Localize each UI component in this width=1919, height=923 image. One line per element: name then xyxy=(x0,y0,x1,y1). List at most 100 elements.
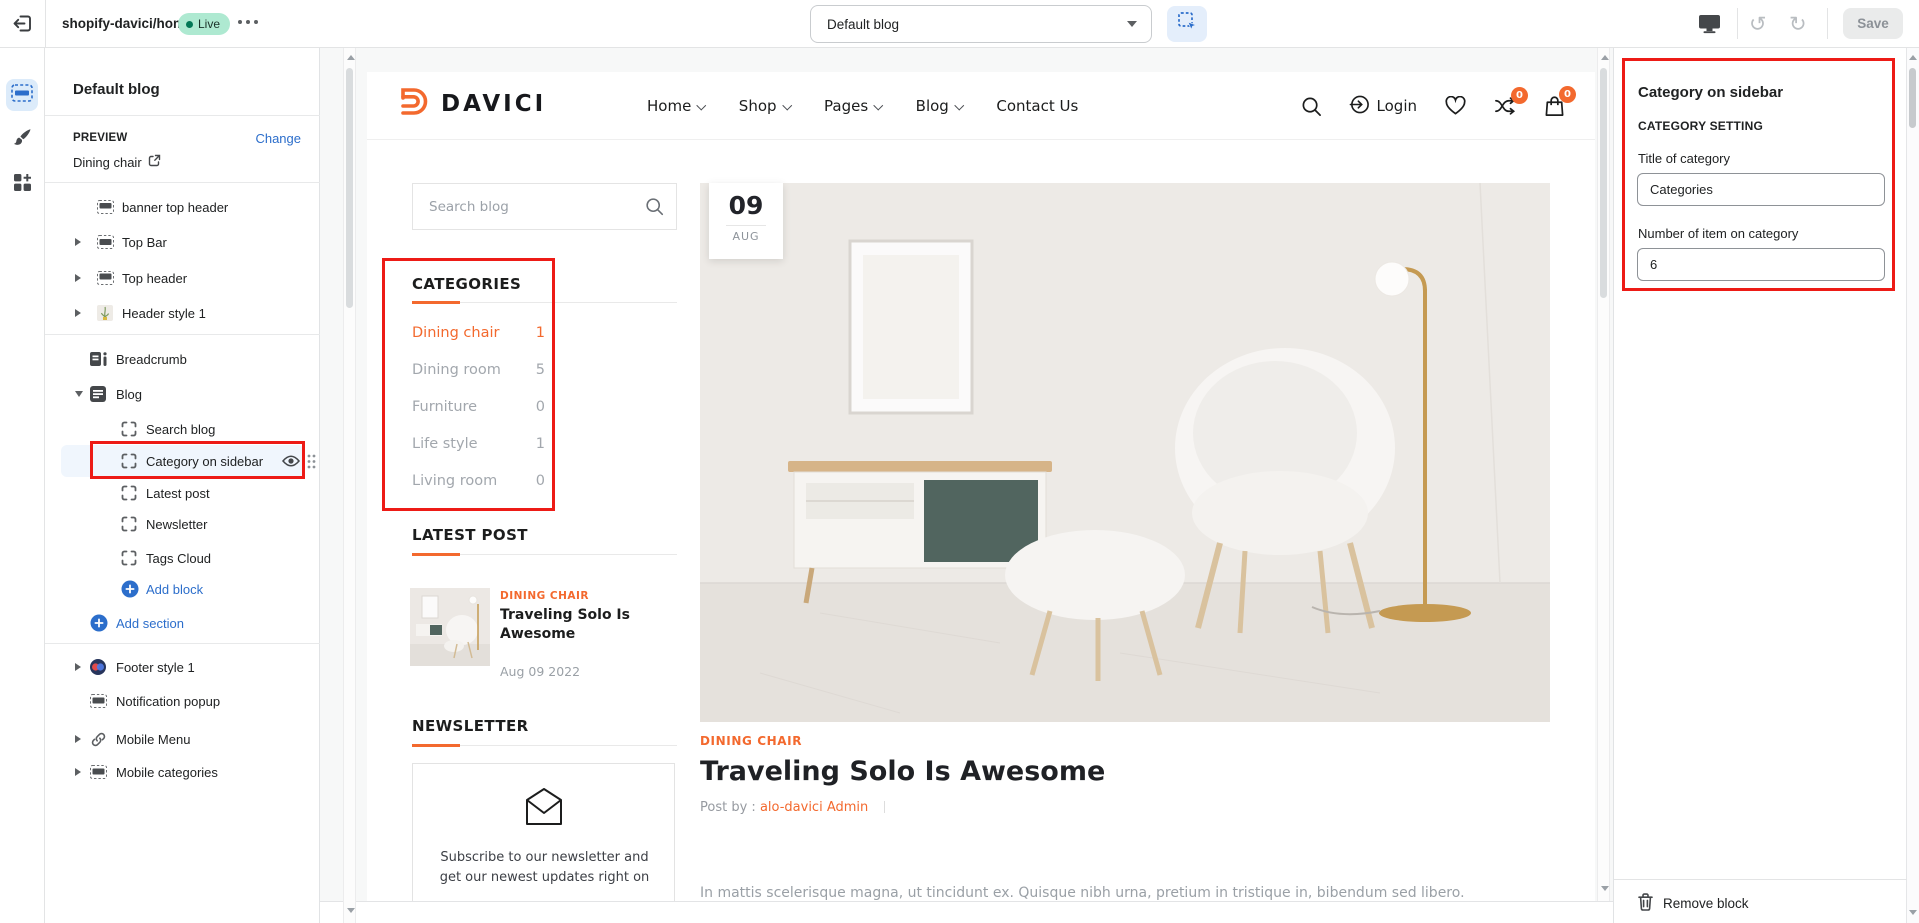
chevron-right-icon[interactable] xyxy=(75,309,81,317)
nav-home[interactable]: Home xyxy=(647,97,705,115)
live-badge: Live xyxy=(178,13,230,35)
section-row-blog[interactable]: Blog xyxy=(45,378,320,410)
section-row-top-header[interactable]: Top header xyxy=(45,262,320,294)
sections-sidebar: Default blog PREVIEW Change Dining chair… xyxy=(45,48,320,923)
scroll-down-icon[interactable] xyxy=(347,908,355,913)
scroll-up-icon[interactable] xyxy=(1601,55,1609,60)
preview-left-scrollbar[interactable] xyxy=(343,48,356,923)
category-link-dining-chair[interactable]: Dining chair1 xyxy=(412,325,545,341)
add-section-button[interactable]: Add section xyxy=(45,607,320,639)
title-of-category-input[interactable] xyxy=(1637,173,1885,206)
chevron-down-icon xyxy=(1127,21,1137,27)
preview-page-link[interactable]: Dining chair xyxy=(73,154,161,170)
exit-editor-button[interactable] xyxy=(12,13,33,39)
block-row-category-on-sidebar[interactable]: Category on sidebar xyxy=(45,445,320,477)
section-row-mobile-menu[interactable]: Mobile Menu xyxy=(45,723,320,755)
nav-pages[interactable]: Pages xyxy=(824,97,882,115)
wishlist-heart-icon[interactable] xyxy=(1444,96,1467,116)
chevron-right-icon[interactable] xyxy=(75,663,81,671)
chevron-down-icon[interactable] xyxy=(75,391,83,397)
more-options-button[interactable] xyxy=(238,20,258,24)
block-brackets-icon xyxy=(121,453,137,469)
visibility-eye-icon[interactable] xyxy=(282,455,300,470)
preview-page: DAVICI Home Shop Pages Blog Contact Us xyxy=(367,72,1595,901)
newsletter-box: Subscribe to our newsletter and get our … xyxy=(412,763,675,901)
external-link-icon xyxy=(148,154,161,170)
store-logo[interactable]: DAVICI xyxy=(395,86,546,122)
category-count: 0 xyxy=(536,473,545,489)
nav-blog[interactable]: Blog xyxy=(916,97,963,115)
category-link-living-room[interactable]: Living room0 xyxy=(412,473,545,489)
article-category-tag[interactable]: DINING CHAIR xyxy=(700,734,802,748)
block-row-latest-post[interactable]: Latest post xyxy=(45,477,320,509)
block-row-newsletter[interactable]: Newsletter xyxy=(45,508,320,540)
preview-right-scrollbar[interactable] xyxy=(1597,48,1610,901)
redo-button[interactable]: ↻ xyxy=(1789,12,1807,37)
block-row-search-blog[interactable]: Search blog xyxy=(45,413,320,445)
rail-app-embeds-tab[interactable] xyxy=(6,169,38,201)
scroll-up-icon[interactable] xyxy=(347,55,355,60)
section-row-footer-style-1[interactable]: Footer style 1 xyxy=(45,651,320,683)
search-icon[interactable] xyxy=(1301,96,1322,117)
category-link-furniture[interactable]: Furniture0 xyxy=(412,399,545,415)
chevron-right-icon[interactable] xyxy=(75,238,81,246)
latest-post-widget-title: LATEST POST xyxy=(412,526,528,544)
section-row-header-style-1[interactable]: Header style 1 xyxy=(45,297,320,329)
save-button[interactable]: Save xyxy=(1843,8,1903,39)
section-row-banner-top-header[interactable]: banner top header xyxy=(45,191,320,223)
category-link-life-style[interactable]: Life style1 xyxy=(412,436,545,452)
login-icon xyxy=(1349,94,1370,119)
window-scrollbar[interactable] xyxy=(1906,48,1919,923)
latest-post-tag[interactable]: DINING CHAIR xyxy=(500,590,589,602)
undo-button[interactable]: ↺ xyxy=(1749,12,1767,37)
settings-group-label: CATEGORY SETTING xyxy=(1638,119,1763,133)
login-link[interactable]: Login xyxy=(1349,94,1417,119)
article-author-link[interactable]: alo-davici Admin xyxy=(760,800,868,815)
nav-contact-us[interactable]: Contact Us xyxy=(996,97,1078,115)
rail-theme-settings-tab[interactable] xyxy=(6,124,38,156)
section-picker-button[interactable] xyxy=(1167,6,1207,42)
scrollbar-thumb[interactable] xyxy=(346,68,353,308)
remove-block-button[interactable]: Remove block xyxy=(1638,891,1749,915)
chevron-right-icon[interactable] xyxy=(75,274,81,282)
page-selector-dropdown[interactable]: Default blog xyxy=(810,5,1152,43)
category-count: 1 xyxy=(536,325,545,341)
section-icon xyxy=(90,694,107,708)
add-block-button[interactable]: Add block xyxy=(45,573,320,605)
scroll-up-icon[interactable] xyxy=(1909,55,1917,60)
nav-shop[interactable]: Shop xyxy=(739,97,790,115)
number-of-items-input[interactable] xyxy=(1637,248,1885,281)
scroll-down-icon[interactable] xyxy=(1909,910,1917,915)
categories-widget-title: CATEGORIES xyxy=(412,275,521,293)
section-row-notification-popup[interactable]: Notification popup xyxy=(45,685,320,717)
blog-search-input[interactable] xyxy=(413,184,676,229)
section-row-breadcrumb[interactable]: Breadcrumb xyxy=(45,343,320,375)
scrollbar-thumb[interactable] xyxy=(1909,68,1916,128)
latest-post-date: Aug 09 2022 xyxy=(500,664,580,679)
section-row-mobile-categories[interactable]: Mobile categories xyxy=(45,756,320,788)
article-title[interactable]: Traveling Solo Is Awesome xyxy=(700,756,1105,787)
section-row-top-bar[interactable]: Top Bar xyxy=(45,226,320,258)
scroll-down-icon[interactable] xyxy=(1601,886,1609,891)
drag-handle-icon[interactable] xyxy=(307,454,316,472)
change-preview-link[interactable]: Change xyxy=(255,131,301,146)
plus-circle-icon xyxy=(121,580,139,598)
chevron-right-icon[interactable] xyxy=(75,768,81,776)
latest-post-thumbnail[interactable] xyxy=(410,588,490,666)
blog-search-box xyxy=(412,183,677,230)
compare-shuffle-icon[interactable]: 0 xyxy=(1494,96,1517,116)
cart-bag-icon[interactable]: 0 xyxy=(1544,95,1565,118)
category-link-dining-room[interactable]: Dining room5 xyxy=(412,362,545,378)
device-preview-button[interactable] xyxy=(1698,14,1721,39)
divider xyxy=(884,801,885,813)
trash-icon xyxy=(1638,893,1653,914)
article-hero-image xyxy=(700,183,1550,722)
rail-sections-tab[interactable] xyxy=(6,79,38,111)
plus-circle-icon xyxy=(90,614,108,632)
chevron-right-icon[interactable] xyxy=(75,735,81,743)
latest-post-title[interactable]: Traveling Solo Is Awesome xyxy=(500,606,630,644)
category-count: 0 xyxy=(536,399,545,415)
scrollbar-thumb[interactable] xyxy=(1600,68,1607,298)
block-row-tags-cloud[interactable]: Tags Cloud xyxy=(45,542,320,574)
search-icon[interactable] xyxy=(645,197,664,220)
